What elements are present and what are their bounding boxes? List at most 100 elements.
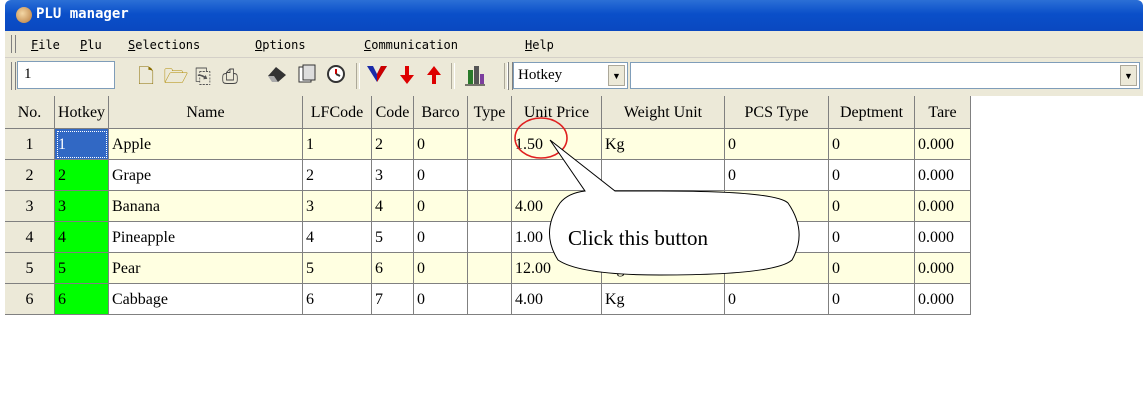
col-pcs-type-cell[interactable]: 0 [725, 284, 829, 315]
col-code-cell[interactable]: 6 [372, 253, 414, 284]
col-pcs-type-header[interactable]: PCS Type [725, 96, 829, 129]
col-code-cell[interactable]: 5 [372, 222, 414, 253]
search-value-select[interactable]: ▼ [630, 62, 1140, 89]
col-hotkey-header[interactable]: Hotkey [55, 96, 109, 129]
menu-plu[interactable]: Plu [80, 38, 102, 52]
col-type-cell[interactable] [468, 191, 512, 222]
col-tare-cell[interactable]: 0.000 [915, 222, 971, 253]
col-code-cell[interactable]: 4 [372, 191, 414, 222]
col-lfcode-cell[interactable]: 2 [303, 160, 372, 191]
col-code-cell[interactable]: 2 [372, 129, 414, 160]
col-pcs-type-cell[interactable]: 0 [725, 160, 829, 191]
col-name-cell[interactable]: Apple [109, 129, 303, 160]
col-pcs-type-cell[interactable]: 0 [725, 191, 829, 222]
col-unit-price-cell[interactable]: 12.00 [512, 253, 602, 284]
chevron-down-icon[interactable]: ▼ [608, 65, 625, 86]
col-barcode-cell[interactable]: 0 [414, 191, 468, 222]
col-deptment-cell[interactable]: 0 [829, 191, 915, 222]
col-lfcode-cell[interactable]: 1 [303, 129, 372, 160]
col-unit-price-cell[interactable] [512, 160, 602, 191]
col-lfcode-cell[interactable]: 3 [303, 191, 372, 222]
col-type-header[interactable]: Type [468, 96, 512, 129]
col-barcode-cell[interactable]: 0 [414, 253, 468, 284]
col-type-cell[interactable] [468, 160, 512, 191]
print-icon[interactable]: ⎙ [217, 64, 243, 88]
menu-help[interactable]: Help [525, 38, 554, 52]
col-weight-unit-cell[interactable]: Kg [602, 129, 725, 160]
col-type-cell[interactable] [468, 222, 512, 253]
col-no-header[interactable]: No. [5, 96, 55, 129]
col-code-cell[interactable]: 7 [372, 284, 414, 315]
col-barcode-cell[interactable]: 0 [414, 160, 468, 191]
col-deptment-header[interactable]: Deptment [829, 96, 915, 129]
col-name-cell[interactable]: Pineapple [109, 222, 303, 253]
clock-icon[interactable] [324, 64, 348, 88]
col-lfcode-cell[interactable]: 5 [303, 253, 372, 284]
col-deptment-cell[interactable]: 0 [829, 160, 915, 191]
col-code-header[interactable]: Code [372, 96, 414, 129]
search-type-select[interactable]: Hotkey ▼ [513, 62, 628, 89]
menu-selections[interactable]: Selections [128, 38, 200, 52]
col-pcs-type-cell[interactable]: 0 [725, 129, 829, 160]
col-tare-cell[interactable]: 0.000 [915, 160, 971, 191]
col-type-cell[interactable] [468, 284, 512, 315]
chevron-down-icon[interactable]: ▼ [1120, 65, 1137, 86]
col-hotkey-cell[interactable]: 6 [55, 284, 109, 315]
col-barcode-header[interactable]: Barco [414, 96, 468, 129]
col-deptment-cell[interactable]: 0 [829, 284, 915, 315]
col-unit-price-cell[interactable]: 1.50 [512, 129, 602, 160]
col-hotkey-cell[interactable]: 4 [55, 222, 109, 253]
bar-chart-icon[interactable] [462, 64, 488, 88]
copy-icon[interactable]: ⎘ [190, 64, 216, 88]
col-lfcode-cell[interactable]: 4 [303, 222, 372, 253]
col-weight-unit-cell[interactable] [602, 160, 725, 191]
col-name-cell[interactable]: Cabbage [109, 284, 303, 315]
col-barcode-cell[interactable]: 0 [414, 222, 468, 253]
col-barcode-cell[interactable]: 0 [414, 284, 468, 315]
col-hotkey-cell[interactable]: 3 [55, 191, 109, 222]
toolbar-grip [11, 62, 16, 90]
col-tare-cell[interactable]: 0.000 [915, 129, 971, 160]
download-icon[interactable] [364, 64, 390, 88]
col-code-cell[interactable]: 3 [372, 160, 414, 191]
arrow-up-icon[interactable] [421, 64, 447, 88]
col-type-cell[interactable] [468, 129, 512, 160]
col-weight-unit-cell[interactable]: Kg [602, 191, 725, 222]
col-barcode-cell[interactable]: 0 [414, 129, 468, 160]
col-name-cell[interactable]: Banana [109, 191, 303, 222]
col-hotkey-cell[interactable]: 2 [55, 160, 109, 191]
new-file-icon[interactable]: 🗋 [134, 64, 158, 88]
col-tare-cell[interactable]: 0.000 [915, 253, 971, 284]
col-hotkey-cell[interactable]: 5 [55, 253, 109, 284]
col-unit-price-cell[interactable]: 4.00 [512, 284, 602, 315]
callout-text: Click this button [568, 226, 709, 250]
col-hotkey-cell[interactable]: 1 [55, 129, 109, 160]
col-tare-header[interactable]: Tare [915, 96, 971, 129]
col-weight-unit-cell[interactable]: Kg [602, 284, 725, 315]
col-name-cell[interactable]: Grape [109, 160, 303, 191]
col-unit-price-cell[interactable]: 4.00 [512, 191, 602, 222]
col-pcs-type-cell[interactable]: 0 [725, 253, 829, 284]
col-tare-cell[interactable]: 0.000 [915, 284, 971, 315]
col-name-header[interactable]: Name [109, 96, 303, 129]
documents-icon[interactable] [295, 64, 319, 88]
col-type-cell[interactable] [468, 253, 512, 284]
col-name-cell[interactable]: Pear [109, 253, 303, 284]
col-unit-price-header[interactable]: Unit Price [512, 96, 602, 129]
col-deptment-cell[interactable]: 0 [829, 129, 915, 160]
col-tare-cell[interactable]: 0.000 [915, 191, 971, 222]
col-deptment-cell[interactable]: 0 [829, 222, 915, 253]
menu-file[interactable]: File [31, 38, 60, 52]
col-weight-unit-header[interactable]: Weight Unit [602, 96, 725, 129]
plu-number-field[interactable]: 1 [17, 61, 115, 89]
menu-options[interactable]: Options [255, 38, 306, 52]
col-lfcode-header[interactable]: LFCode [303, 96, 372, 129]
col-lfcode-cell[interactable]: 6 [303, 284, 372, 315]
menu-communication[interactable]: Communication [364, 38, 458, 52]
eraser-icon[interactable] [265, 64, 289, 88]
open-folder-icon[interactable]: 🗁 [163, 64, 189, 88]
col-deptment-cell[interactable]: 0 [829, 253, 915, 284]
col-weight-unit-cell[interactable]: Kg [602, 253, 725, 284]
col-pcs-type-cell[interactable]: 0 [725, 222, 829, 253]
arrow-down-icon[interactable] [394, 64, 420, 88]
